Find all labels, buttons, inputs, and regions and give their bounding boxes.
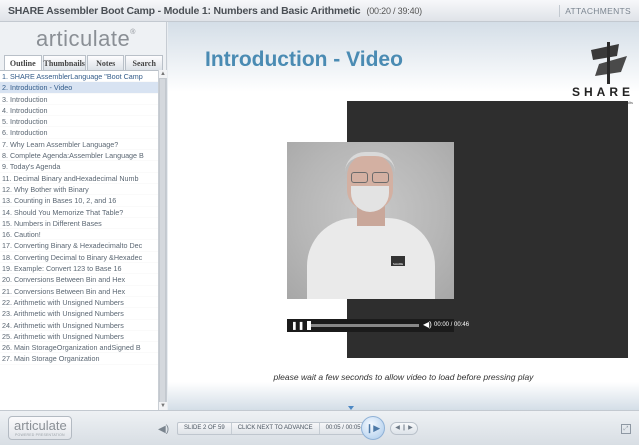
presenter-hair — [345, 152, 395, 172]
tab-notes[interactable]: Notes — [86, 55, 125, 70]
outline-item[interactable]: 6. Introduction — [0, 127, 158, 139]
outline-item[interactable]: 13. Counting in Bases 10, 2, and 16 — [0, 195, 158, 207]
fullscreen-icon[interactable]: ⤢ — [621, 424, 631, 434]
tab-search[interactable]: Search — [125, 55, 163, 70]
course-timecode: (00:20 / 39:40) — [366, 6, 422, 16]
video-time: 00:00 / 00:46 — [434, 322, 470, 328]
outline-list: 1. SHARE AssemblerLanguage "Boot Camp 2. … — [0, 70, 158, 410]
scroll-thumb[interactable] — [159, 78, 166, 403]
volume-icon[interactable]: ◀) — [423, 320, 432, 329]
prev-next-icon[interactable]: ◀ ❙ ▶ — [390, 422, 418, 435]
outline-item[interactable]: 1. SHARE AssemblerLanguage "Boot Camp — [0, 71, 158, 83]
outline-item[interactable]: 9. Today's Agenda — [0, 161, 158, 173]
outline-item[interactable]: 5. Introduction — [0, 116, 158, 128]
outline-item[interactable]: 15. Numbers in Different Bases — [0, 218, 158, 230]
seek-knob[interactable] — [307, 321, 311, 330]
badge-text: articulate — [14, 418, 67, 433]
outline-item[interactable]: 27. Main Storage Organization — [0, 353, 158, 365]
outline-item[interactable]: 11. Decimal Binary andHexadecimal Numb — [0, 173, 158, 184]
slide-title: Introduction - Video — [205, 48, 403, 71]
title-bar: SHARE Assembler Boot Camp - Module 1: Nu… — [0, 0, 639, 22]
sidebar-tabs: Outline Thumbnails Notes Search — [4, 55, 164, 70]
outline-item[interactable]: 18. Converting Decimal to Binary &Hexade… — [0, 252, 158, 264]
outline-item[interactable]: 21. Conversions Between Bin and Hex — [0, 286, 158, 297]
outline-scrollbar[interactable]: ▲ ▼ — [158, 70, 167, 410]
outline-item[interactable]: 24. Arithmetic with Unsigned Numbers — [0, 320, 158, 331]
player-control-bar: articulate POWERED PRESENTATION ◀) SLIDE… — [0, 410, 639, 445]
slide-counter: SLIDE 2 OF 59 — [178, 423, 232, 434]
presenter-shirt — [307, 218, 435, 299]
outline-item[interactable]: 3. Introduction — [0, 94, 158, 105]
outline-item[interactable]: 16. Caution! — [0, 229, 158, 241]
outline-item[interactable]: 19. Example: Convert 123 to Base 16 — [0, 263, 158, 275]
attachments-button[interactable]: ATTACHMENTS — [565, 6, 631, 16]
outline-item[interactable]: 7. Why Learn Assembler Language? — [0, 139, 158, 151]
video-caption: please wait a few seconds to allow video… — [273, 372, 534, 382]
outline-item[interactable]: 4. Introduction — [0, 105, 158, 117]
pause-icon[interactable]: ❚❚ — [291, 321, 304, 330]
window-title: SHARE Assembler Boot Camp - Module 1: Nu… — [8, 5, 422, 17]
progress-marker-icon — [348, 406, 354, 410]
sidebar: articulate® Outline Thumbnails Notes Sea… — [0, 22, 167, 410]
outline-item[interactable]: 20. Conversions Between Bin and Hex — [0, 274, 158, 286]
outline-item[interactable]: 22. Arithmetic with Unsigned Numbers — [0, 297, 158, 309]
shirt-logo: SHARE — [391, 256, 405, 266]
outline-item[interactable]: 14. Should You Memorize That Table? — [0, 207, 158, 218]
outline-item[interactable]: 26. Main StorageOrganization andSigned B — [0, 342, 158, 354]
course-title: SHARE Assembler Boot Camp - Module 1: Nu… — [8, 5, 361, 17]
badge-subtext: POWERED PRESENTATION — [15, 433, 65, 437]
articulate-logo: articulate® — [36, 26, 136, 51]
player-volume-icon[interactable]: ◀) — [158, 424, 169, 435]
video-player[interactable]: SHARE — [287, 142, 454, 299]
outline-item[interactable]: 17. Converting Binary & Hexadecimalto De… — [0, 240, 158, 252]
tab-thumbnails[interactable]: Thumbnails — [42, 55, 86, 70]
outline-item[interactable]: 2. Introduction - Video — [0, 82, 158, 94]
tab-outline[interactable]: Outline — [4, 55, 42, 70]
advance-hint: CLICK NEXT TO ADVANCE — [232, 423, 320, 434]
outline-item[interactable]: 25. Arithmetic with Unsigned Numbers — [0, 331, 158, 343]
slide-time: 00:05 / 00:05 — [325, 425, 361, 431]
video-controls: ❚❚ ◀) 00:00 / 00:46 — [287, 319, 469, 332]
seek-bar[interactable] — [307, 324, 419, 327]
slide-status: SLIDE 2 OF 59 CLICK NEXT TO ADVANCE 00:0… — [177, 422, 368, 435]
play-button-icon[interactable]: ❙▶ — [361, 416, 385, 440]
outline-item[interactable]: 12. Why Bother with Binary — [0, 184, 158, 196]
slide-area: Introduction - Video SHARE Technology • … — [168, 22, 639, 410]
articulate-badge[interactable]: articulate POWERED PRESENTATION — [8, 416, 72, 440]
outline-item[interactable]: 8. Complete Agenda:Assembler Language B — [0, 150, 158, 162]
presenter-glasses — [351, 172, 389, 183]
scroll-down-icon[interactable]: ▼ — [159, 402, 167, 410]
share-brand-word: SHARE — [571, 85, 634, 99]
scroll-up-icon[interactable]: ▲ — [159, 70, 167, 78]
outline-item[interactable]: 23. Arithmetic with Unsigned Numbers — [0, 308, 158, 320]
slide-footer-bg — [168, 382, 639, 410]
title-separator — [559, 5, 560, 17]
logo-text: articulate — [36, 26, 131, 51]
